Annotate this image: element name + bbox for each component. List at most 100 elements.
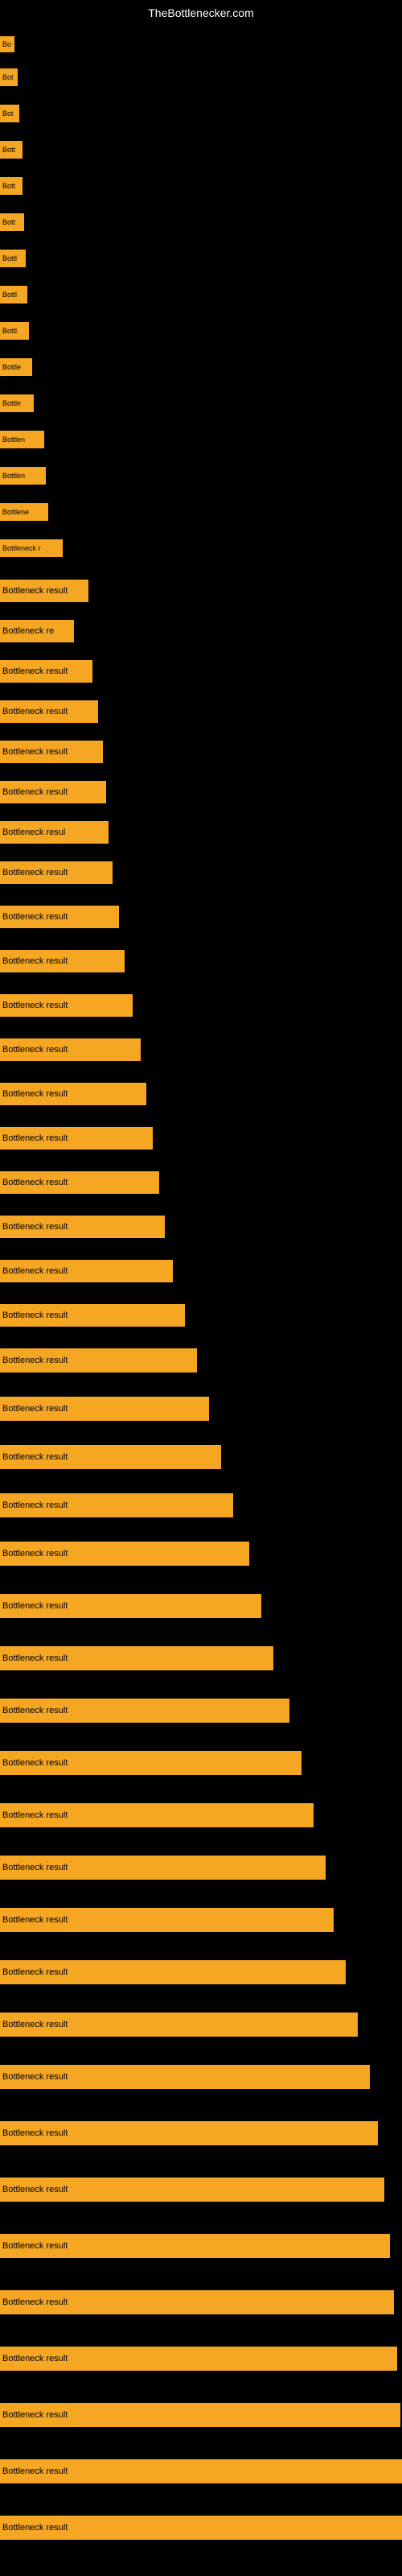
bar-row: Bott [0,141,23,159]
bar-row: Bottleneck result [0,950,125,972]
bar-row: Bottleneck result [0,1803,314,1827]
bar-row: Bottleneck result [0,660,92,683]
bar-label: Bottleneck result [0,1310,70,1321]
bar-row: Bottl [0,286,27,303]
bar-label: Bottleneck result [0,867,70,878]
bar-row: Bottleneck result [0,1751,302,1775]
bar-fill: Bott [0,141,23,159]
bar-row: Bottleneck result [0,2178,384,2202]
bar-fill: Bottl [0,250,26,267]
bar-fill: Bottleneck result [0,2013,358,2037]
bar-label: Bottleneck result [0,1810,70,1821]
bar-label: Bottleneck result [0,2184,70,2195]
bar-row: Bottl [0,250,26,267]
bar-label: Bott [0,145,18,155]
bar-label: Bottleneck result [0,911,70,923]
bar-row: Bottleneck result [0,1304,185,1327]
bar-row: Bottleneck result [0,580,88,602]
bar-fill: Bottleneck result [0,1493,233,1517]
bar-fill: Bottleneck result [0,906,119,928]
bar-fill: Bottleneck resul [0,821,109,844]
bar-fill: Bottleneck r [0,539,63,557]
bar-label: Bottleneck result [0,2466,70,2477]
bar-label: Bottleneck result [0,1705,70,1716]
bar-label: Bottleneck result [0,1088,70,1100]
bar-label: Bottleneck result [0,1403,70,1414]
bar-row: Bottleneck resul [0,821,109,844]
bar-fill: Bottle [0,394,34,412]
bar-row: Bo [0,36,14,52]
bar-fill: Bottleneck result [0,660,92,683]
bar-row: Bottleneck result [0,1493,233,1517]
bar-label: Bottleneck result [0,1133,70,1144]
bar-fill: Bottleneck result [0,2065,370,2089]
bar-row: Bottleneck result [0,2459,402,2483]
bar-fill: Bottleneck result [0,1699,289,1723]
bar-fill: Bottleneck result [0,2403,400,2427]
bar-row: Bottleneck result [0,861,113,884]
bar-row: Bottleneck result [0,781,106,803]
bar-fill: Bo [0,36,14,52]
bar-label: Bottleneck result [0,2353,70,2364]
bar-label: Bottl [0,326,19,336]
bar-fill: Bottleneck result [0,2121,378,2145]
bar-row: Bot [0,105,19,122]
bar-row: Bottlene [0,503,48,521]
bar-fill: Bottleneck result [0,1646,273,1670]
bar-label: Bottl [0,290,19,299]
bar-row: Bottleneck result [0,700,98,723]
bar-fill: Bottl [0,322,29,340]
bar-label: Bottleneck result [0,1451,70,1463]
bar-row: Bottleneck re [0,620,74,642]
bar-row: Bottlen [0,431,44,448]
bar-label: Bottleneck result [0,1044,70,1055]
bar-label: Bottleneck result [0,2019,70,2030]
bar-label: Bottleneck result [0,585,70,597]
bar-fill: Bottleneck result [0,1038,141,1061]
bar-label: Bottle [0,362,23,372]
bar-fill: Bot [0,105,19,122]
bar-row: Bottleneck result [0,1594,261,1618]
bar-label: Bottleneck result [0,2128,70,2139]
bar-label: Bottle [0,398,23,408]
bar-fill: Bottleneck result [0,1348,197,1373]
bar-label: Bottleneck result [0,1914,70,1926]
bar-row: Bottleneck r [0,539,63,557]
bar-fill: Bottl [0,286,27,303]
bar-label: Bottleneck result [0,786,70,798]
bar-label: Bottleneck result [0,1862,70,1873]
bar-row: Bottle [0,394,34,412]
bar-label: Bottleneck result [0,1355,70,1366]
bar-fill: Bottlen [0,431,44,448]
bar-row: Bottleneck result [0,2121,378,2145]
bar-label: Bottleneck r [0,543,43,553]
bar-label: Bottleneck result [0,1177,70,1188]
bar-row: Bottleneck result [0,1908,334,1932]
bar-row: Bottleneck result [0,1699,289,1723]
bar-label: Bottleneck result [0,2297,70,2308]
bar-fill: Bottleneck result [0,1127,153,1150]
bar-row: Bottleneck result [0,994,133,1017]
bar-row: Bottleneck result [0,2290,394,2314]
bar-fill: Bottleneck result [0,1594,261,1618]
bar-fill: Bott [0,177,23,195]
bar-fill: Bottleneck result [0,1171,159,1194]
bar-label: Bot [0,72,16,82]
bar-row: Bottleneck result [0,741,103,763]
bar-fill: Bottleneck result [0,2459,402,2483]
bar-fill: Bottleneck result [0,861,113,884]
bar-fill: Bottleneck result [0,1542,249,1566]
bar-label: Bottlene [0,507,31,517]
bar-fill: Bottleneck result [0,1960,346,1984]
bar-fill: Bottleneck result [0,1260,173,1282]
bar-fill: Bottleneck result [0,2347,397,2371]
bar-label: Bottleneck result [0,1265,70,1277]
bar-label: Bottl [0,254,19,263]
bar-row: Bottleneck result [0,2065,370,2089]
bar-row: Bottleneck result [0,906,119,928]
bar-fill: Bottleneck result [0,2516,402,2540]
bar-fill: Bottleneck result [0,741,103,763]
bar-label: Bottleneck result [0,1600,70,1612]
bar-row: Bottleneck result [0,1216,165,1238]
bar-label: Bott [0,181,18,191]
